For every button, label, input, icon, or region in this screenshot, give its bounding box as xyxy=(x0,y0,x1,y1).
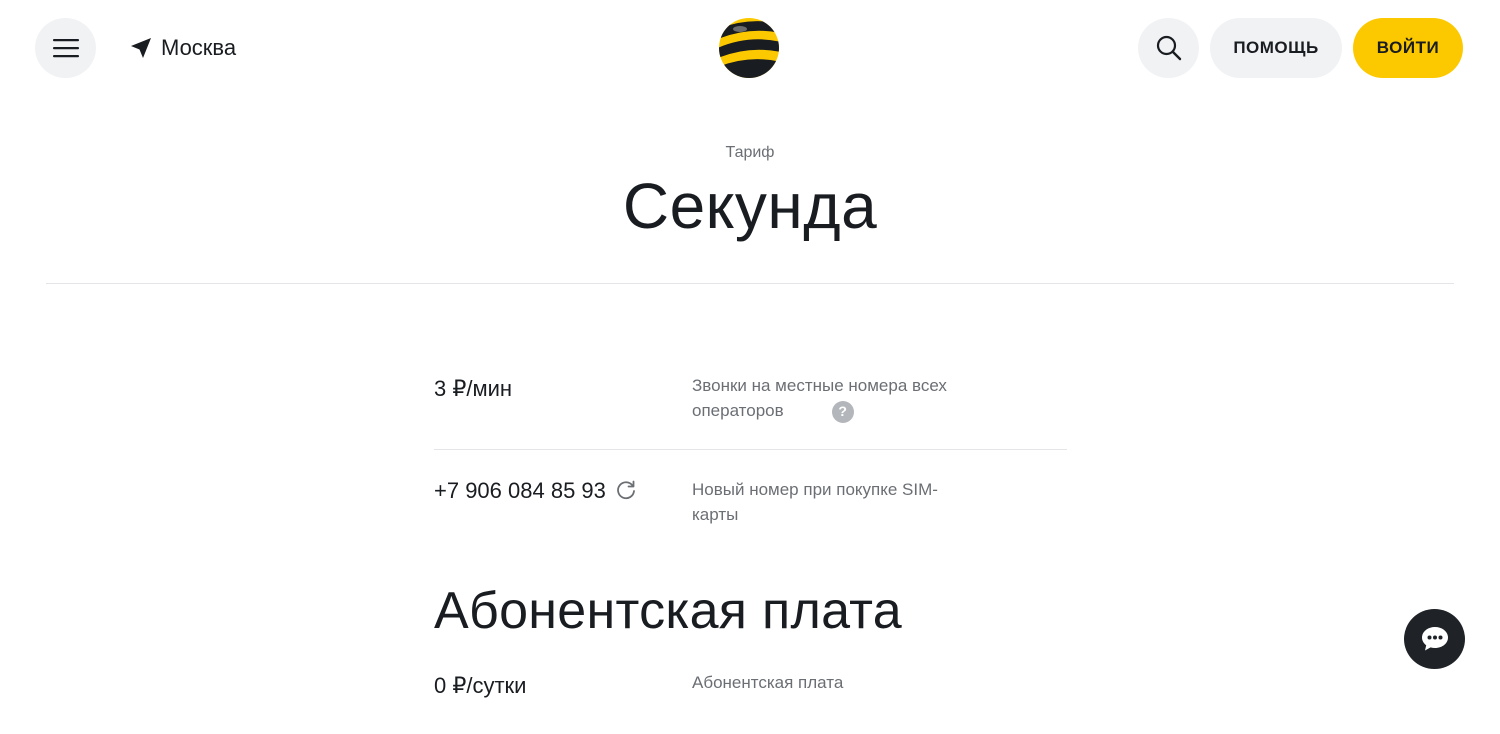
question-icon[interactable]: ? xyxy=(831,400,854,423)
phone-number-value: +7 906 084 85 93 xyxy=(434,478,638,504)
call-price-value: 3 ₽/мин xyxy=(434,376,513,401)
beeline-logo[interactable] xyxy=(718,17,780,79)
subscription-value: 0 ₽/сутки xyxy=(434,673,527,698)
chat-icon xyxy=(1421,627,1448,651)
divider xyxy=(46,283,1454,284)
login-button[interactable]: ВОЙТИ xyxy=(1353,18,1463,78)
tariff-eyebrow: Тариф xyxy=(725,144,775,161)
subscription-title: Абонентская плата xyxy=(434,582,902,640)
help-button[interactable]: ПОМОЩЬ xyxy=(1210,18,1342,78)
subscription-description: Абонентская плата xyxy=(692,673,844,692)
city-label: Москва xyxy=(161,35,237,60)
site-header: Москва ПОМОЩЬ ВОЙТИ xyxy=(0,0,1500,96)
location-arrow-icon xyxy=(131,38,151,58)
phone-number: +7 906 084 85 93 xyxy=(434,478,606,503)
refresh-icon[interactable] xyxy=(614,479,638,503)
menu-button[interactable] xyxy=(35,18,96,78)
city-selector[interactable]: Москва xyxy=(129,33,236,63)
phone-number-description: Новый номер при покупке SIM-карты xyxy=(692,480,938,524)
chat-button[interactable] xyxy=(1404,609,1465,669)
search-icon xyxy=(1156,35,1181,61)
page-title: Секунда xyxy=(622,170,878,242)
call-price-description: Звонки на местные номера всех операторов… xyxy=(692,373,982,423)
row-divider xyxy=(434,449,1067,450)
search-button[interactable] xyxy=(1138,18,1199,78)
menu-icon xyxy=(52,39,79,58)
